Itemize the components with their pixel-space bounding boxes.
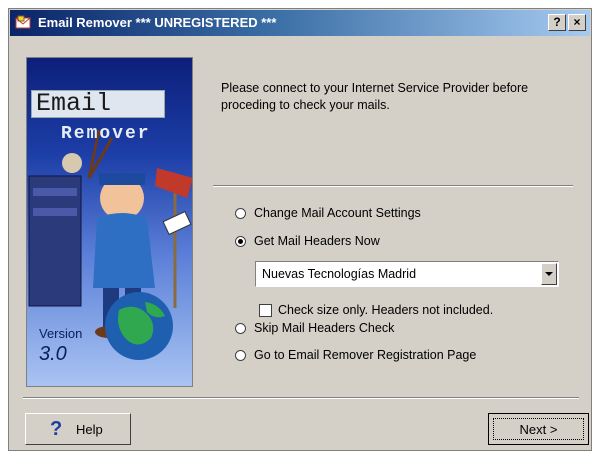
option-label: Go to Email Remover Registration Page <box>254 348 477 362</box>
help-button[interactable]: ? Help <box>25 413 131 445</box>
radio-button[interactable] <box>235 349 246 361</box>
logo-email-text: Email <box>31 90 165 118</box>
question-mark-icon: ? <box>553 15 561 29</box>
version-number: 3.0 <box>39 343 67 365</box>
option-label: Get Mail Headers Now <box>254 234 380 248</box>
options-separator <box>213 185 573 187</box>
close-icon: × <box>573 15 581 29</box>
email-remover-dialog: Email Remover *** UNREGISTERED *** ? × E… <box>8 8 592 451</box>
option-change-mail-settings[interactable]: Change Mail Account Settings <box>235 206 421 220</box>
radio-button[interactable] <box>235 207 246 219</box>
splash-illustration-panel: Email Remover Version 3.0 <box>26 57 193 387</box>
logo-remover-text: Remover <box>61 124 151 144</box>
help-button-label: Help <box>76 422 103 437</box>
checkbox-label: Check size only. Headers not included. <box>278 303 494 317</box>
footer-separator <box>23 397 579 399</box>
next-button[interactable]: Next > <box>488 413 589 445</box>
option-registration-page[interactable]: Go to Email Remover Registration Page <box>235 348 476 362</box>
radio-button-selected[interactable] <box>235 235 246 247</box>
connect-instructions: Please connect to your Internet Service … <box>221 81 529 112</box>
title-bar[interactable]: Email Remover *** UNREGISTERED *** ? × <box>10 10 590 36</box>
option-skip-headers-check[interactable]: Skip Mail Headers Check <box>235 321 394 335</box>
radio-button[interactable] <box>235 322 246 334</box>
title-close-button[interactable]: × <box>568 14 586 31</box>
email-remover-app-icon <box>15 15 31 29</box>
next-button-label: Next > <box>493 418 584 440</box>
chevron-down-icon[interactable] <box>541 263 557 285</box>
help-question-icon: ? <box>50 418 63 440</box>
option-get-mail-headers[interactable]: Get Mail Headers Now <box>235 234 380 248</box>
option-label: Change Mail Account Settings <box>254 206 421 220</box>
option-label: Skip Mail Headers Check <box>254 321 395 335</box>
title-help-button[interactable]: ? <box>548 14 566 31</box>
mail-account-dropdown[interactable]: Nuevas Tecnologías Madrid <box>255 261 559 287</box>
check-size-only-option[interactable]: Check size only. Headers not included. <box>259 303 493 317</box>
version-label: Version <box>39 326 83 341</box>
dropdown-selected-value: Nuevas Tecnologías Madrid <box>262 267 417 281</box>
window-title: Email Remover *** UNREGISTERED *** <box>38 15 277 30</box>
checkbox[interactable] <box>259 303 272 317</box>
